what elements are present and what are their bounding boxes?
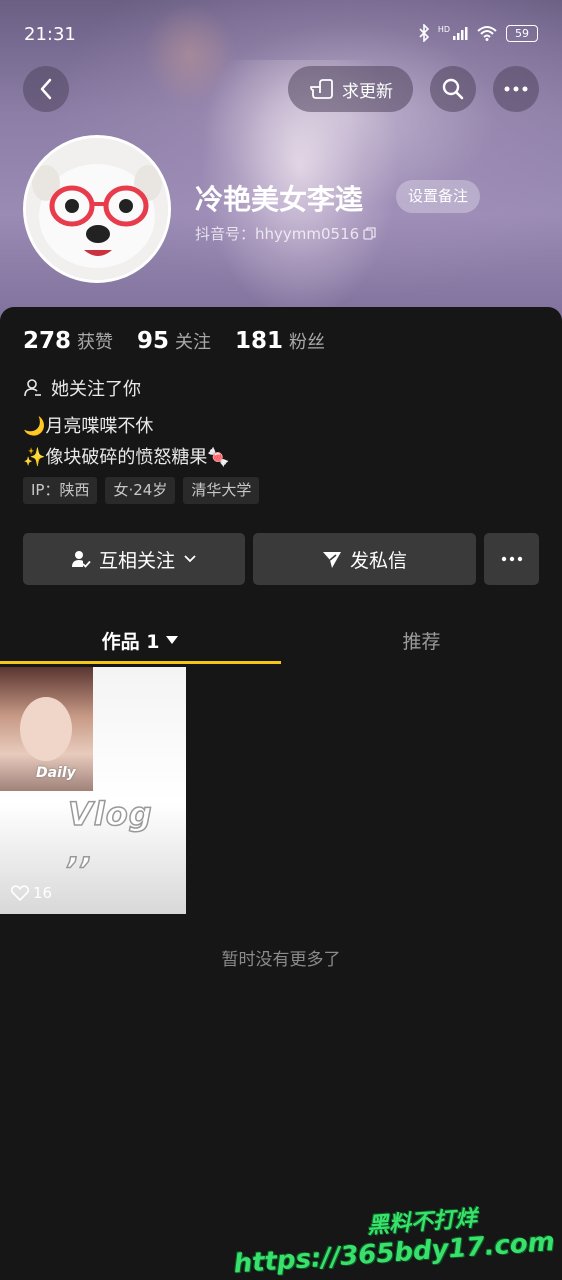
status-bar: 21:31 HD 59 (0, 0, 562, 70)
wifi-icon (477, 26, 497, 41)
video-daily-text: Daily (36, 765, 76, 781)
set-remark-button[interactable]: 设置备注 (396, 180, 481, 213)
stat-followers-value: 181 (235, 328, 284, 354)
more-dots-icon (504, 86, 528, 92)
search-icon (442, 78, 464, 100)
stat-likes[interactable]: 278 获赞 (23, 328, 113, 354)
no-more-content-text: 暂时没有更多了 (221, 950, 341, 970)
tag-gender-age: 女·24岁 (105, 477, 176, 504)
triangle-down-icon (166, 636, 179, 644)
more-dots-icon (501, 556, 522, 562)
tag-school[interactable]: 清华大学 (183, 477, 260, 504)
network-type-label: HD (437, 24, 450, 34)
request-update-label: 求更新 (342, 81, 393, 102)
send-message-label: 发私信 (349, 549, 407, 572)
back-button[interactable] (23, 66, 69, 112)
stat-following[interactable]: 95 关注 (137, 328, 211, 354)
video-face (20, 697, 72, 761)
pointing-hand-icon (310, 79, 333, 99)
stat-followers-label: 粉丝 (289, 332, 326, 353)
bio-line: ✨像块破碎的愤怒糖果🍬 (23, 447, 230, 468)
chevron-down-icon (184, 555, 196, 563)
send-icon (322, 552, 341, 568)
request-update-button[interactable]: 求更新 (288, 66, 413, 112)
profile-more-button[interactable] (484, 533, 539, 585)
mutual-follow-label: 互相关注 (98, 549, 175, 572)
profile-tags: IP：陕西 女·24岁 清华大学 (23, 477, 260, 504)
douyin-id[interactable]: 抖音号：hhyymm0516 (195, 223, 376, 244)
status-time: 21:31 (24, 24, 76, 45)
video-card[interactable]: Daily Vlog ,, (0, 667, 186, 914)
bio-line: 🌙月亮喋喋不休 (23, 416, 154, 437)
follows-you-text: 她关注了你 (51, 379, 141, 400)
stat-following-value: 95 (137, 328, 170, 354)
search-button[interactable] (430, 66, 476, 112)
stat-followers[interactable]: 181 粉丝 (235, 328, 325, 354)
person-check-icon (71, 551, 91, 568)
bluetooth-icon (419, 24, 429, 42)
tag-ip-location: IP：陕西 (23, 477, 98, 504)
mutual-follow-button[interactable]: 互相关注 (23, 533, 245, 585)
tab-works-label: 作品 1 (101, 630, 160, 653)
follows-you-indicator: 她关注了你 (23, 375, 141, 401)
battery-indicator: 59 (506, 24, 538, 42)
username: 冷艳美女李逵 (195, 183, 364, 216)
avatar[interactable] (23, 135, 171, 283)
tab-works[interactable]: 作品 1 (0, 620, 281, 660)
douyin-id-text: 抖音号：hhyymm0516 (195, 225, 360, 243)
video-likes-text: 16 (33, 884, 53, 902)
signal-icon (453, 27, 468, 40)
video-like-count: 16 (11, 884, 52, 902)
tab-recommend[interactable]: 推荐 (281, 620, 562, 660)
status-icons: HD 59 (418, 24, 538, 42)
heart-icon (11, 885, 29, 901)
stat-following-label: 关注 (175, 332, 212, 353)
copy-icon[interactable] (363, 227, 376, 240)
profile-stats: 278 获赞 95 关注 181 粉丝 (23, 328, 325, 354)
active-tab-indicator (0, 661, 281, 664)
chevron-left-icon (40, 78, 52, 100)
video-vlog-text: Vlog ,, (67, 794, 153, 872)
send-message-button[interactable]: 发私信 (253, 533, 476, 585)
stat-likes-value: 278 (23, 328, 72, 354)
person-icon (24, 379, 41, 397)
stat-likes-label: 获赞 (77, 332, 114, 353)
dog-with-glasses-avatar-icon (26, 138, 168, 280)
more-options-button[interactable] (493, 66, 539, 112)
